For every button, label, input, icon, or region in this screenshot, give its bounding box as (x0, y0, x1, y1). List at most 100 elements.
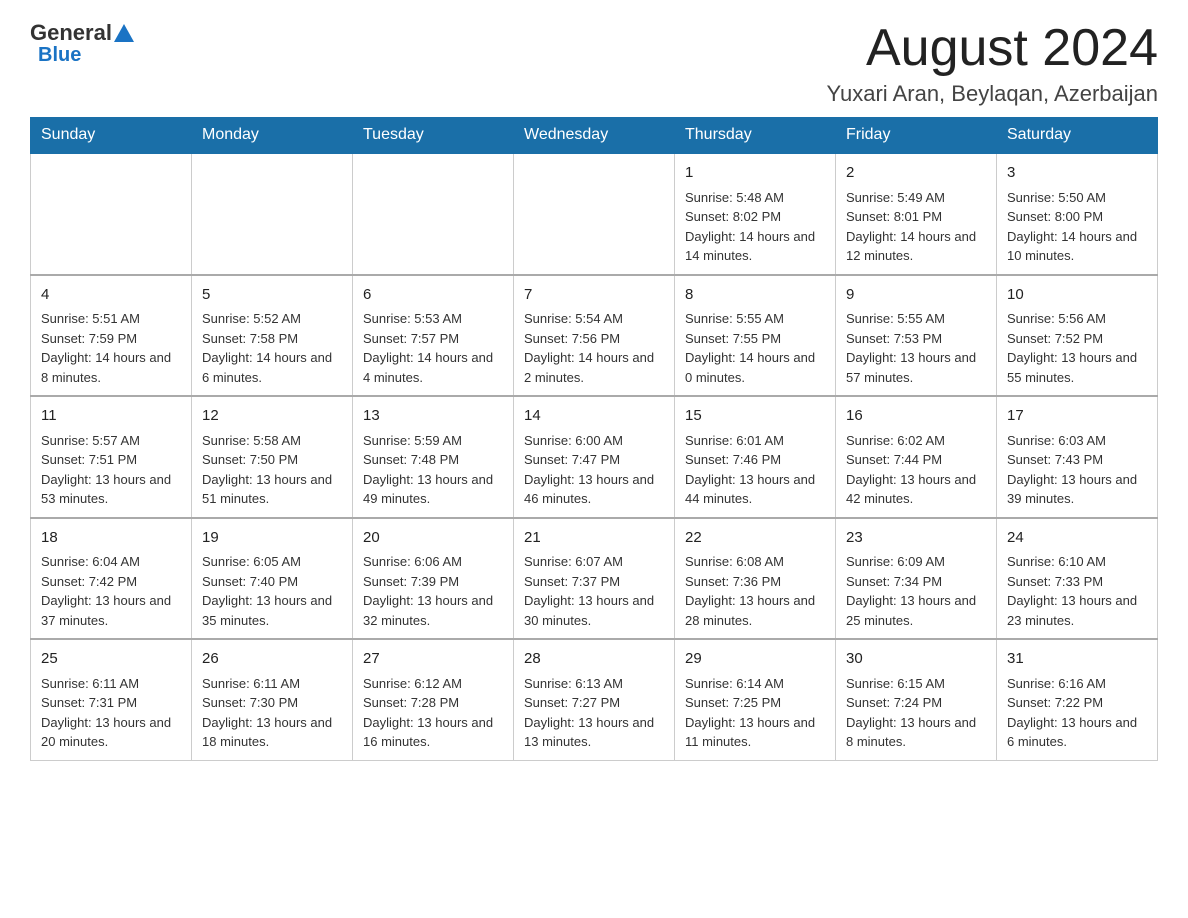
day-info: Sunrise: 6:11 AMSunset: 7:31 PMDaylight:… (41, 674, 181, 752)
day-number: 2 (846, 162, 986, 185)
day-number: 29 (685, 648, 825, 671)
calendar-cell: 13 Sunrise: 5:59 AMSunset: 7:48 PMDayligh… (353, 396, 514, 518)
month-title: August 2024 (827, 20, 1158, 77)
day-number: 17 (1007, 405, 1147, 428)
calendar-cell: 19Sunrise: 6:05 AMSunset: 7:40 PMDayligh… (192, 518, 353, 640)
day-number: 27 (363, 648, 503, 671)
day-of-week-header: Monday (192, 118, 353, 154)
title-section: August 2024 Yuxari Aran, Beylaqan, Azerb… (827, 20, 1158, 107)
day-number: 23 (846, 527, 986, 550)
day-info: Sunrise: 5:58 AMSunset: 7:50 PMDaylight:… (202, 431, 342, 509)
logo-general-text: General (30, 20, 112, 46)
calendar-cell (353, 153, 514, 275)
day-number: 12 (202, 405, 342, 428)
day-of-week-header: Tuesday (353, 118, 514, 154)
day-number: 6 (363, 284, 503, 307)
day-number: 4 (41, 284, 181, 307)
day-number: 19 (202, 527, 342, 550)
day-info: Sunrise: 6:01 AMSunset: 7:46 PMDaylight:… (685, 431, 825, 509)
calendar-week-row: 1Sunrise: 5:48 AMSunset: 8:02 PMDaylight… (31, 153, 1158, 275)
day-of-week-header: Friday (836, 118, 997, 154)
day-number: 20 (363, 527, 503, 550)
day-number: 28 (524, 648, 664, 671)
calendar-cell: 12 Sunrise: 5:58 AMSunset: 7:50 PMDayligh… (192, 396, 353, 518)
day-of-week-header: Saturday (997, 118, 1158, 154)
calendar-cell (514, 153, 675, 275)
day-info: Sunrise: 5:57 AMSunset: 7:51 PMDaylight:… (41, 431, 181, 509)
day-number: 31 (1007, 648, 1147, 671)
calendar-cell (192, 153, 353, 275)
calendar-cell: 31 Sunrise: 6:16 AMSunset: 7:22 PMDayligh… (997, 639, 1158, 760)
calendar-cell: 10Sunrise: 5:56 AMSunset: 7:52 PMDayligh… (997, 275, 1158, 397)
day-info: Sunrise: 5:50 AMSunset: 8:00 PMDaylight:… (1007, 188, 1147, 266)
calendar-cell: 3 Sunrise: 5:50 AMSunset: 8:00 PMDaylight… (997, 153, 1158, 275)
calendar-week-row: 25 Sunrise: 6:11 AMSunset: 7:31 PMDayligh… (31, 639, 1158, 760)
calendar-cell: 9Sunrise: 5:55 AMSunset: 7:53 PMDaylight… (836, 275, 997, 397)
calendar-cell: 4Sunrise: 5:51 AMSunset: 7:59 PMDaylight… (31, 275, 192, 397)
day-info: Sunrise: 5:51 AMSunset: 7:59 PMDaylight:… (41, 309, 181, 387)
day-info: Sunrise: 6:10 AMSunset: 7:33 PMDaylight:… (1007, 552, 1147, 630)
day-number: 1 (685, 162, 825, 185)
day-number: 24 (1007, 527, 1147, 550)
calendar-cell: 14 Sunrise: 6:00 AMSunset: 7:47 PMDayligh… (514, 396, 675, 518)
calendar-cell: 30 Sunrise: 6:15 AMSunset: 7:24 PMDayligh… (836, 639, 997, 760)
calendar-cell: 26Sunrise: 6:11 AMSunset: 7:30 PMDayligh… (192, 639, 353, 760)
day-info: Sunrise: 6:15 AMSunset: 7:24 PMDaylight:… (846, 674, 986, 752)
calendar-cell: 11 Sunrise: 5:57 AMSunset: 7:51 PMDayligh… (31, 396, 192, 518)
day-number: 21 (524, 527, 664, 550)
page-header: General Blue August 2024 Yuxari Aran, Be… (30, 20, 1158, 107)
calendar-cell: 25 Sunrise: 6:11 AMSunset: 7:31 PMDayligh… (31, 639, 192, 760)
day-info: Sunrise: 6:03 AMSunset: 7:43 PMDaylight:… (1007, 431, 1147, 509)
day-of-week-header: Thursday (675, 118, 836, 154)
day-info: Sunrise: 5:49 AMSunset: 8:01 PMDaylight:… (846, 188, 986, 266)
day-number: 8 (685, 284, 825, 307)
calendar-cell: 27 Sunrise: 6:12 AMSunset: 7:28 PMDayligh… (353, 639, 514, 760)
calendar-header-row: SundayMondayTuesdayWednesdayThursdayFrid… (31, 118, 1158, 154)
calendar-cell: 16 Sunrise: 6:02 AMSunset: 7:44 PMDayligh… (836, 396, 997, 518)
day-info: Sunrise: 6:00 AMSunset: 7:47 PMDaylight:… (524, 431, 664, 509)
day-of-week-header: Wednesday (514, 118, 675, 154)
day-info: Sunrise: 5:59 AMSunset: 7:48 PMDaylight:… (363, 431, 503, 509)
day-number: 14 (524, 405, 664, 428)
calendar-cell (31, 153, 192, 275)
day-info: Sunrise: 5:56 AMSunset: 7:52 PMDaylight:… (1007, 309, 1147, 387)
day-info: Sunrise: 6:05 AMSunset: 7:40 PMDaylight:… (202, 552, 342, 630)
day-info: Sunrise: 6:02 AMSunset: 7:44 PMDaylight:… (846, 431, 986, 509)
day-number: 10 (1007, 284, 1147, 307)
day-info: Sunrise: 6:09 AMSunset: 7:34 PMDaylight:… (846, 552, 986, 630)
day-info: Sunrise: 6:13 AMSunset: 7:27 PMDaylight:… (524, 674, 664, 752)
calendar-week-row: 18Sunrise: 6:04 AMSunset: 7:42 PMDayligh… (31, 518, 1158, 640)
day-number: 5 (202, 284, 342, 307)
calendar-cell: 20Sunrise: 6:06 AMSunset: 7:39 PMDayligh… (353, 518, 514, 640)
day-info: Sunrise: 5:55 AMSunset: 7:53 PMDaylight:… (846, 309, 986, 387)
calendar-cell: 21Sunrise: 6:07 AMSunset: 7:37 PMDayligh… (514, 518, 675, 640)
day-info: Sunrise: 6:11 AMSunset: 7:30 PMDaylight:… (202, 674, 342, 752)
day-number: 30 (846, 648, 986, 671)
calendar-cell: 23Sunrise: 6:09 AMSunset: 7:34 PMDayligh… (836, 518, 997, 640)
logo-triangle-icon (114, 24, 134, 42)
day-number: 3 (1007, 162, 1147, 185)
calendar-cell: 29Sunrise: 6:14 AMSunset: 7:25 PMDayligh… (675, 639, 836, 760)
day-info: Sunrise: 5:54 AMSunset: 7:56 PMDaylight:… (524, 309, 664, 387)
calendar-cell: 6Sunrise: 5:53 AMSunset: 7:57 PMDaylight… (353, 275, 514, 397)
day-info: Sunrise: 6:12 AMSunset: 7:28 PMDaylight:… (363, 674, 503, 752)
day-number: 11 (41, 405, 181, 428)
day-number: 15 (685, 405, 825, 428)
calendar-cell: 15 Sunrise: 6:01 AMSunset: 7:46 PMDayligh… (675, 396, 836, 518)
day-number: 18 (41, 527, 181, 550)
calendar-week-row: 4Sunrise: 5:51 AMSunset: 7:59 PMDaylight… (31, 275, 1158, 397)
day-info: Sunrise: 5:53 AMSunset: 7:57 PMDaylight:… (363, 309, 503, 387)
day-number: 25 (41, 648, 181, 671)
calendar-cell: 2 Sunrise: 5:49 AMSunset: 8:01 PMDaylight… (836, 153, 997, 275)
day-number: 13 (363, 405, 503, 428)
day-info: Sunrise: 6:08 AMSunset: 7:36 PMDaylight:… (685, 552, 825, 630)
calendar-cell: 8Sunrise: 5:55 AMSunset: 7:55 PMDaylight… (675, 275, 836, 397)
day-number: 22 (685, 527, 825, 550)
calendar-week-row: 11 Sunrise: 5:57 AMSunset: 7:51 PMDayligh… (31, 396, 1158, 518)
day-info: Sunrise: 6:04 AMSunset: 7:42 PMDaylight:… (41, 552, 181, 630)
day-info: Sunrise: 6:07 AMSunset: 7:37 PMDaylight:… (524, 552, 664, 630)
calendar-cell: 5Sunrise: 5:52 AMSunset: 7:58 PMDaylight… (192, 275, 353, 397)
day-info: Sunrise: 6:06 AMSunset: 7:39 PMDaylight:… (363, 552, 503, 630)
day-number: 16 (846, 405, 986, 428)
day-info: Sunrise: 6:16 AMSunset: 7:22 PMDaylight:… (1007, 674, 1147, 752)
